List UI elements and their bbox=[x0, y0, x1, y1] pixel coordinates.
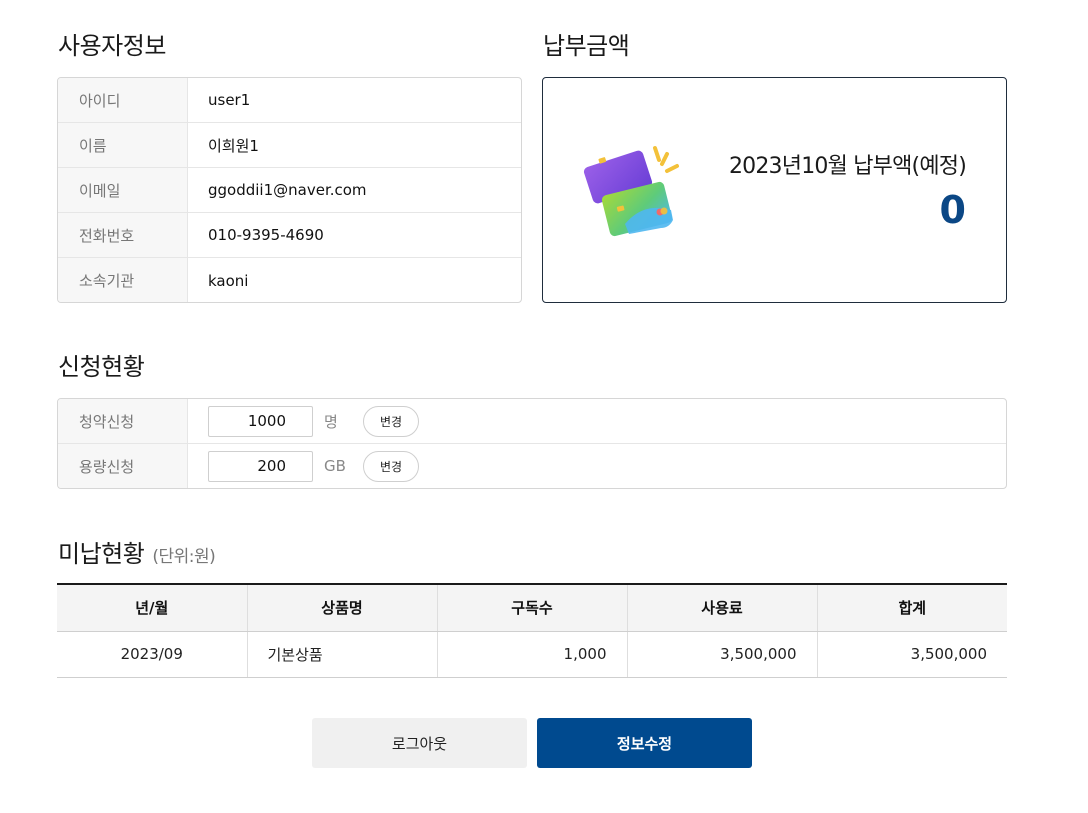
column-header: 년/월 bbox=[57, 584, 248, 632]
application-value: GB 변경 bbox=[188, 444, 1006, 488]
column-header: 합계 bbox=[817, 584, 1007, 632]
unpaid-unit-note: (단위:원) bbox=[152, 547, 216, 567]
column-header: 사용료 bbox=[627, 584, 818, 632]
payment-amount: 0 bbox=[939, 188, 966, 232]
user-info-table: 아이디 user1 이름 이희원1 이메일 ggoddii1@naver.com… bbox=[57, 77, 522, 303]
cell-total: 3,500,000 bbox=[817, 631, 1007, 678]
info-value: ggoddii1@naver.com bbox=[208, 181, 367, 199]
cell-product: 기본상품 bbox=[247, 631, 438, 678]
cell-usage-fee: 3,500,000 bbox=[627, 631, 818, 678]
payment-label: 2023년10월 납부액(예정) bbox=[728, 154, 967, 179]
unpaid-title-text: 미납현황 bbox=[58, 540, 145, 568]
info-value: user1 bbox=[208, 91, 251, 109]
info-value: 010-9395-4690 bbox=[208, 226, 324, 244]
info-value: 이희원1 bbox=[208, 136, 259, 155]
info-label: 이메일 bbox=[58, 168, 188, 212]
info-row-org: 소속기관 kaoni bbox=[58, 258, 521, 302]
cell-subscriptions: 1,000 bbox=[437, 631, 628, 678]
capacity-input[interactable] bbox=[208, 450, 313, 482]
info-label: 이름 bbox=[58, 123, 188, 167]
logout-button[interactable]: 로그아웃 bbox=[312, 718, 527, 768]
application-row-capacity: 용량신청 GB 변경 bbox=[58, 444, 1006, 488]
application-value: 명 변경 bbox=[188, 399, 1006, 443]
application-label: 청약신청 bbox=[58, 399, 188, 443]
application-label: 용량신청 bbox=[58, 444, 188, 488]
user-info-title: 사용자정보 bbox=[58, 32, 166, 60]
info-row-id: 아이디 user1 bbox=[58, 78, 521, 123]
unit-label: 명 bbox=[324, 412, 338, 431]
application-row-subscription: 청약신청 명 변경 bbox=[58, 399, 1006, 444]
application-table: 청약신청 명 변경 용량신청 GB 변경 bbox=[57, 398, 1007, 489]
column-header: 상품명 bbox=[247, 584, 438, 632]
table-header-row: 년/월 상품명 구독수 사용료 합계 bbox=[57, 584, 1007, 632]
info-label: 소속기관 bbox=[58, 258, 188, 302]
column-header: 구독수 bbox=[437, 584, 628, 632]
payment-box: 2023년10월 납부액(예정) 0 bbox=[542, 77, 1007, 303]
payment-title: 납부금액 bbox=[543, 32, 630, 60]
info-row-phone: 전화번호 010-9395-4690 bbox=[58, 213, 521, 258]
unit-label: GB bbox=[324, 457, 346, 475]
change-capacity-button[interactable]: 변경 bbox=[363, 450, 419, 482]
table-row: 2023/09 기본상품 1,000 3,500,000 3,500,000 bbox=[57, 631, 1007, 678]
change-subscription-button[interactable]: 변경 bbox=[363, 405, 419, 437]
info-label: 전화번호 bbox=[58, 213, 188, 257]
credit-card-icon bbox=[583, 146, 679, 237]
application-title: 신청현황 bbox=[58, 353, 145, 381]
unpaid-table: 년/월 상품명 구독수 사용료 합계 2023/09 기본상품 1,000 3,… bbox=[57, 583, 1007, 678]
cell-year-month: 2023/09 bbox=[57, 631, 248, 678]
edit-info-button[interactable]: 정보수정 bbox=[537, 718, 752, 768]
info-value: kaoni bbox=[208, 271, 249, 290]
info-row-name: 이름 이희원1 bbox=[58, 123, 521, 168]
subscription-count-input[interactable] bbox=[208, 405, 313, 437]
info-label: 아이디 bbox=[58, 78, 188, 122]
info-row-email: 이메일 ggoddii1@naver.com bbox=[58, 168, 521, 213]
unpaid-title: 미납현황 (단위:원) bbox=[58, 534, 216, 569]
